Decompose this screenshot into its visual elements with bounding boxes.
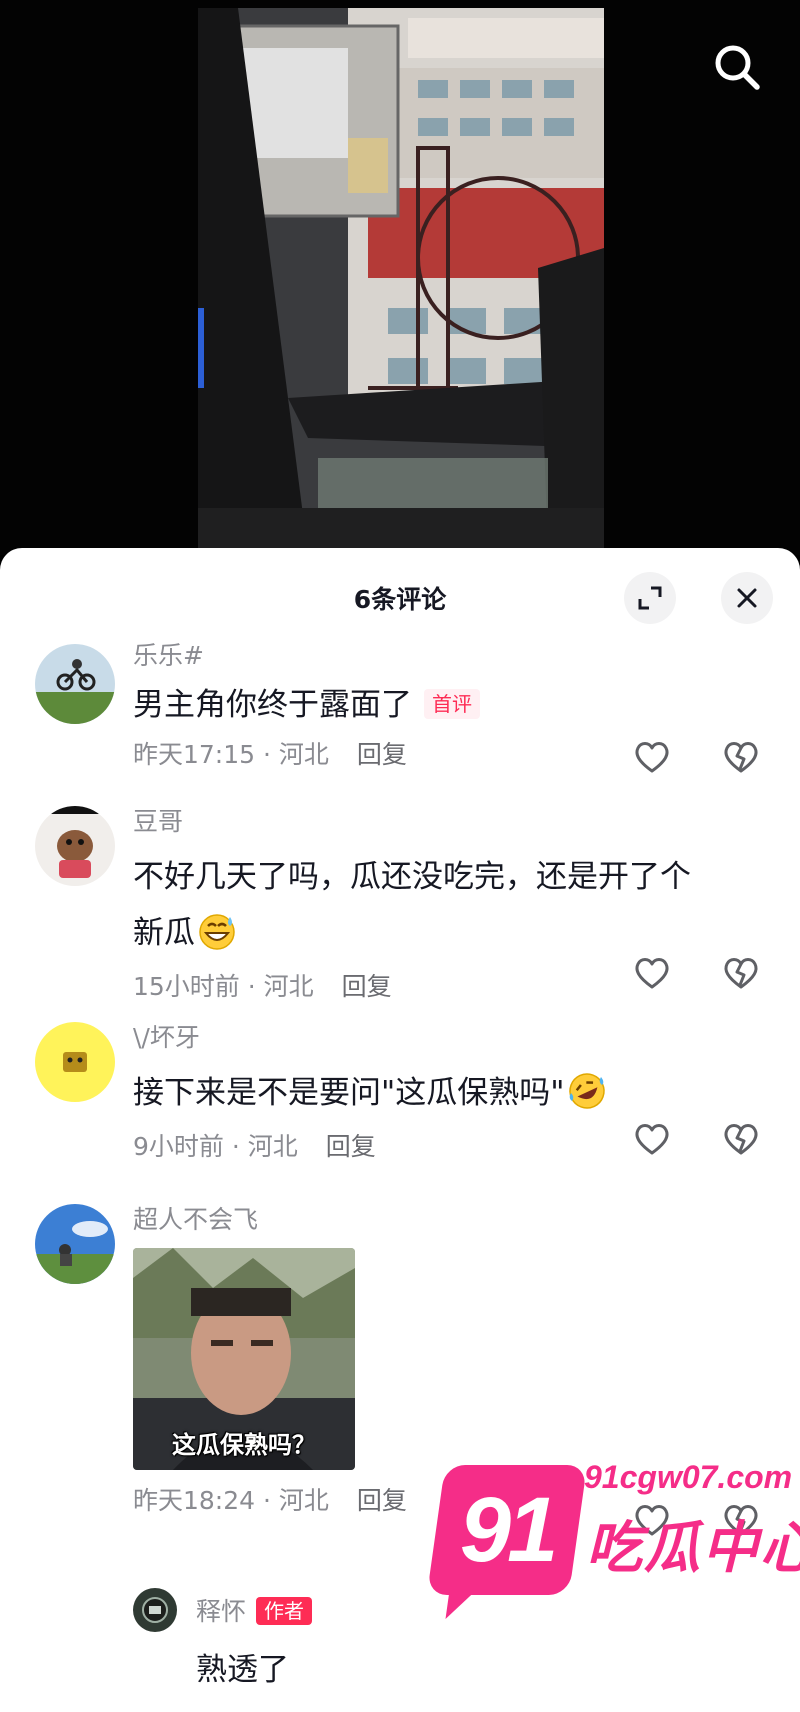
comments-header: 6条评论 bbox=[0, 548, 800, 640]
heart-icon bbox=[635, 958, 669, 989]
close-button[interactable] bbox=[721, 572, 773, 624]
watermark-url: 91cgw07.com bbox=[584, 1459, 793, 1495]
broken-heart-icon bbox=[724, 1124, 758, 1155]
expand-icon bbox=[638, 586, 662, 610]
site-watermark: 91 91cgw07.com 吃瓜中心 bbox=[426, 1435, 800, 1640]
avatar-motorbike-image bbox=[35, 644, 115, 724]
reply-text: 熟透了 bbox=[196, 1652, 289, 1688]
avatar-landscape-image bbox=[35, 1204, 115, 1284]
first-comment-badge: 首评 bbox=[424, 689, 480, 719]
comment-image[interactable]: 这瓜保熟吗？ bbox=[133, 1248, 355, 1470]
heart-icon bbox=[635, 742, 669, 773]
comment-username[interactable]: 乐乐# bbox=[133, 640, 760, 672]
reply-username[interactable]: 释怀 bbox=[196, 1597, 246, 1626]
comment-text-line: 新瓜 bbox=[133, 908, 760, 958]
meme-caption: 这瓜保熟吗？ bbox=[172, 1431, 316, 1459]
author-badge: 作者 bbox=[256, 1597, 313, 1625]
avatar[interactable] bbox=[35, 1204, 115, 1284]
avatar-yellow-cartoon-image bbox=[35, 1022, 115, 1102]
search-icon bbox=[715, 45, 760, 90]
comments-count-title: 6条评论 bbox=[353, 585, 447, 614]
comment-username[interactable]: 超人不会飞 bbox=[133, 1204, 760, 1236]
heart-icon bbox=[635, 1124, 669, 1155]
video-scene-image bbox=[198, 8, 604, 554]
comment-item: \/坏牙 接下来是不是要问"这瓜保熟吗" 9小时前 · 河北 回复 bbox=[0, 1022, 800, 1182]
watermark-number: 91 bbox=[459, 1478, 555, 1581]
comment-time-location: 15小时前 · 河北 bbox=[133, 972, 314, 1001]
video-player[interactable] bbox=[0, 0, 800, 555]
reply-button[interactable]: 回复 bbox=[357, 740, 407, 769]
comment-text-line: 不好几天了吗，瓜还没吃完，还是开了个 bbox=[133, 859, 691, 895]
dislike-button[interactable] bbox=[721, 953, 761, 993]
reply-username-line: 释怀 作者 bbox=[196, 1592, 313, 1628]
comment-text-content: 接下来是不是要问"这瓜保熟吗" bbox=[133, 1075, 565, 1111]
reply-button[interactable]: 回复 bbox=[342, 972, 392, 1001]
comment-time-location: 昨天18:24 · 河北 bbox=[133, 1486, 329, 1515]
like-button[interactable] bbox=[632, 1119, 672, 1159]
comment-username[interactable]: 豆哥 bbox=[133, 806, 760, 838]
avatar[interactable] bbox=[35, 1022, 115, 1102]
rolling-laughing-emoji bbox=[568, 1073, 605, 1109]
avatar[interactable] bbox=[35, 806, 115, 886]
comment-text-content: 男主角你终于露面了 bbox=[133, 687, 412, 723]
watermark-brand: 吃瓜中心 bbox=[586, 1516, 800, 1581]
expand-button[interactable] bbox=[624, 572, 676, 624]
grinning-sweat-emoji bbox=[199, 914, 235, 950]
comment-text: 接下来是不是要问"这瓜保熟吗" bbox=[133, 1068, 760, 1118]
comment-text: 男主角你终于露面了 首评 bbox=[133, 680, 760, 730]
close-icon bbox=[737, 588, 757, 608]
like-button[interactable] bbox=[632, 953, 672, 993]
comment-item: 豆哥 不好几天了吗，瓜还没吃完，还是开了个 新瓜 15小时前 · 河北 回复 bbox=[0, 806, 800, 1016]
video-frame bbox=[198, 8, 604, 554]
avatar-dark-image bbox=[133, 1588, 177, 1632]
search-button[interactable] bbox=[710, 40, 764, 94]
reply-avatar[interactable] bbox=[133, 1588, 177, 1632]
broken-heart-icon bbox=[724, 742, 758, 773]
like-button[interactable] bbox=[632, 737, 672, 777]
avatar-dog-image bbox=[35, 806, 115, 886]
broken-heart-icon bbox=[724, 958, 758, 989]
comment-item: 乐乐# 男主角你终于露面了 首评 昨天17:15 · 河北 回复 bbox=[0, 640, 800, 790]
comment-time-location: 昨天17:15 · 河北 bbox=[133, 740, 329, 769]
avatar[interactable] bbox=[35, 644, 115, 724]
comment-text-content: 新瓜 bbox=[133, 915, 195, 951]
reply-button[interactable]: 回复 bbox=[326, 1132, 376, 1161]
comment-username[interactable]: \/坏牙 bbox=[133, 1022, 760, 1054]
dislike-button[interactable] bbox=[721, 1119, 761, 1159]
comment-time-location: 9小时前 · 河北 bbox=[133, 1132, 298, 1161]
watermark-logo-badge: 91 bbox=[426, 1465, 588, 1595]
dislike-button[interactable] bbox=[721, 737, 761, 777]
reply-button[interactable]: 回复 bbox=[357, 1486, 407, 1515]
